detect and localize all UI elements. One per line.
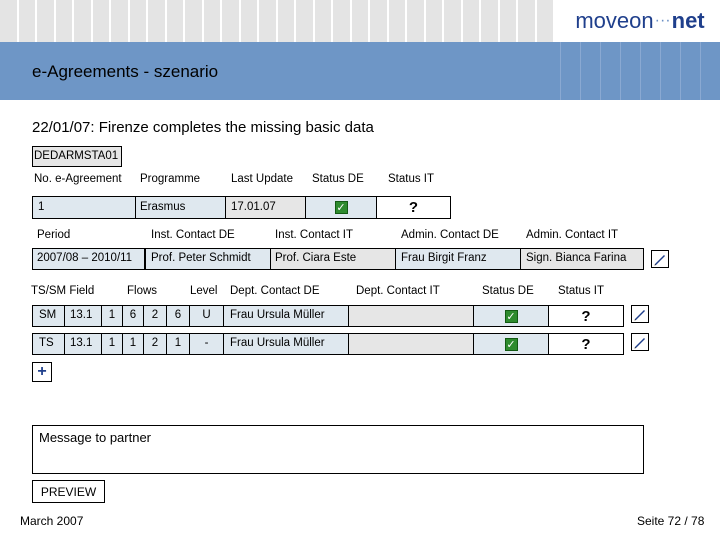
- moveon-logo: moveon ··· net: [560, 0, 720, 42]
- agreement-status-it: ?: [376, 196, 451, 219]
- pencil-icon: [654, 255, 665, 266]
- flow-value-1[interactable]: 1: [101, 305, 123, 327]
- header-programme: Programme: [140, 173, 201, 185]
- flow-dept-de[interactable]: Frau Ursula Müller: [223, 305, 349, 327]
- agreement-code[interactable]: DEDARMSTA01: [32, 146, 122, 167]
- header-admin-contact-it: Admin. Contact IT: [526, 229, 619, 241]
- header-level: Level: [190, 285, 218, 297]
- header-last-update: Last Update: [231, 173, 294, 185]
- flow-level[interactable]: U: [189, 305, 224, 327]
- footer-date: March 2007: [20, 514, 84, 528]
- logo-dots: ···: [654, 12, 671, 29]
- header-ts-sm-field: TS/SM Field: [31, 285, 95, 297]
- contact-admin-it[interactable]: Sign. Bianca Farina: [520, 248, 644, 270]
- add-flow-button[interactable]: +: [32, 362, 52, 382]
- flow-value-3[interactable]: 2: [143, 305, 167, 327]
- question-icon: ?: [581, 335, 591, 353]
- flow-type[interactable]: SM: [32, 305, 65, 327]
- header-flow-status-it: Status IT: [558, 285, 605, 297]
- contact-admin-de[interactable]: Frau Birgit Franz: [395, 248, 521, 270]
- page-title: e-Agreements - szenario: [32, 62, 219, 81]
- edit-flow-button[interactable]: [631, 305, 649, 323]
- page-subtitle: 22/01/07: Firenze completes the missing …: [32, 119, 374, 136]
- flow-value-4[interactable]: 6: [166, 305, 190, 327]
- flow-field[interactable]: 13.1: [64, 333, 102, 355]
- flow-dept-it[interactable]: [348, 305, 474, 327]
- flow-value-2[interactable]: 1: [122, 333, 144, 355]
- question-icon: ?: [581, 307, 591, 325]
- check-icon: ✓: [334, 201, 348, 214]
- header-flow-status-de: Status DE: [482, 285, 534, 297]
- header-grid: [0, 0, 555, 42]
- preview-button[interactable]: PREVIEW: [32, 480, 105, 503]
- header-no-agreement: No. e-Agreement: [34, 173, 122, 185]
- flow-value-3[interactable]: 2: [143, 333, 167, 355]
- flow-type[interactable]: TS: [32, 333, 65, 355]
- header-inst-contact-de: Inst. Contact DE: [151, 229, 235, 241]
- flow-value-1[interactable]: 1: [101, 333, 123, 355]
- check-icon: ✓: [504, 337, 518, 351]
- flow-value-2[interactable]: 6: [122, 305, 144, 327]
- pencil-icon: [634, 310, 645, 321]
- header-admin-contact-de: Admin. Contact DE: [401, 229, 499, 241]
- header-dept-contact-de: Dept. Contact DE: [230, 285, 320, 297]
- header-flows: Flows: [127, 285, 158, 297]
- top-bar: moveon ··· net: [0, 0, 720, 42]
- pencil-icon: [634, 338, 645, 349]
- flow-level[interactable]: -: [189, 333, 224, 355]
- flow-value-4[interactable]: 1: [166, 333, 190, 355]
- flow-dept-it[interactable]: [348, 333, 474, 355]
- check-icon: ✓: [504, 309, 518, 323]
- message-to-partner-input[interactable]: Message to partner: [32, 425, 644, 474]
- logo-text-moveon: moveon: [575, 8, 654, 33]
- agreement-programme[interactable]: Erasmus: [135, 196, 226, 219]
- contact-inst-it[interactable]: Prof. Ciara Este: [270, 248, 396, 270]
- edit-flow-button[interactable]: [631, 333, 649, 351]
- flow-status-de: ✓: [473, 333, 549, 355]
- flow-dept-de[interactable]: Frau Ursula Müller: [223, 333, 349, 355]
- header-status-de: Status DE: [312, 173, 364, 185]
- logo-text-net: net: [671, 8, 705, 33]
- header-dept-contact-it: Dept. Contact IT: [356, 285, 440, 297]
- flow-status-de: ✓: [473, 305, 549, 327]
- agreement-no[interactable]: 1: [32, 196, 136, 219]
- header-period: Period: [37, 229, 71, 241]
- agreement-last-update: 17.01.07: [225, 196, 306, 219]
- header-status-it: Status IT: [388, 173, 435, 185]
- contact-period[interactable]: 2007/08 – 2010/11: [32, 248, 145, 270]
- flow-field[interactable]: 13.1: [64, 305, 102, 327]
- footer-page-number: Seite 72 / 78: [637, 514, 705, 528]
- agreement-status-de: ✓: [305, 196, 377, 219]
- header-inst-contact-it: Inst. Contact IT: [275, 229, 353, 241]
- contact-inst-de[interactable]: Prof. Peter Schmidt: [145, 248, 271, 270]
- question-icon: ?: [408, 199, 419, 216]
- flow-status-it: ?: [548, 305, 624, 327]
- edit-contacts-button[interactable]: [651, 250, 669, 268]
- flow-status-it: ?: [548, 333, 624, 355]
